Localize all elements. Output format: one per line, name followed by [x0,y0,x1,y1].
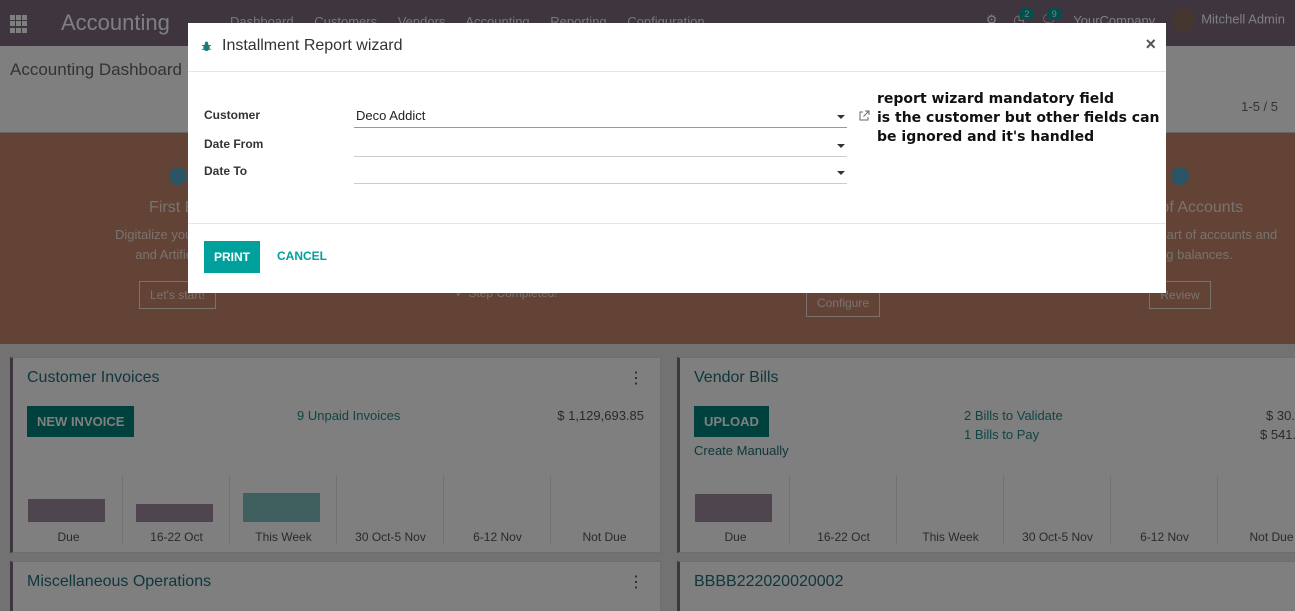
chevron-down-icon[interactable] [837,171,845,175]
dialog-footer: PRINT CANCEL [188,223,1166,293]
dialog-title: Installment Report wizard [222,37,403,54]
installment-report-dialog: Installment Report wizard × Customer Dec… [188,23,1166,293]
date-to-field[interactable] [354,162,847,184]
cancel-button[interactable]: CANCEL [277,249,327,263]
note-line: report wizard mandatory field [877,91,1115,107]
chevron-down-icon[interactable] [837,115,845,119]
note-line: be ignored and it's handled [877,129,1095,145]
chevron-down-icon[interactable] [837,144,845,148]
close-icon[interactable]: × [1145,34,1156,55]
customer-label: Customer [204,108,261,122]
print-button[interactable]: PRINT [204,241,260,273]
note-line: is the customer but other fields can [877,110,1160,126]
date-to-label: Date To [204,164,248,178]
customer-field[interactable]: Deco Addict [354,106,847,128]
date-from-field[interactable] [354,135,847,157]
date-from-label: Date From [204,137,264,151]
customer-value: Deco Addict [356,108,426,123]
external-link-icon[interactable] [858,110,870,122]
bug-icon [201,41,212,52]
annotation-note: report wizard mandatory field is the cus… [877,90,1160,147]
dialog-header: Installment Report wizard × [188,23,1166,72]
